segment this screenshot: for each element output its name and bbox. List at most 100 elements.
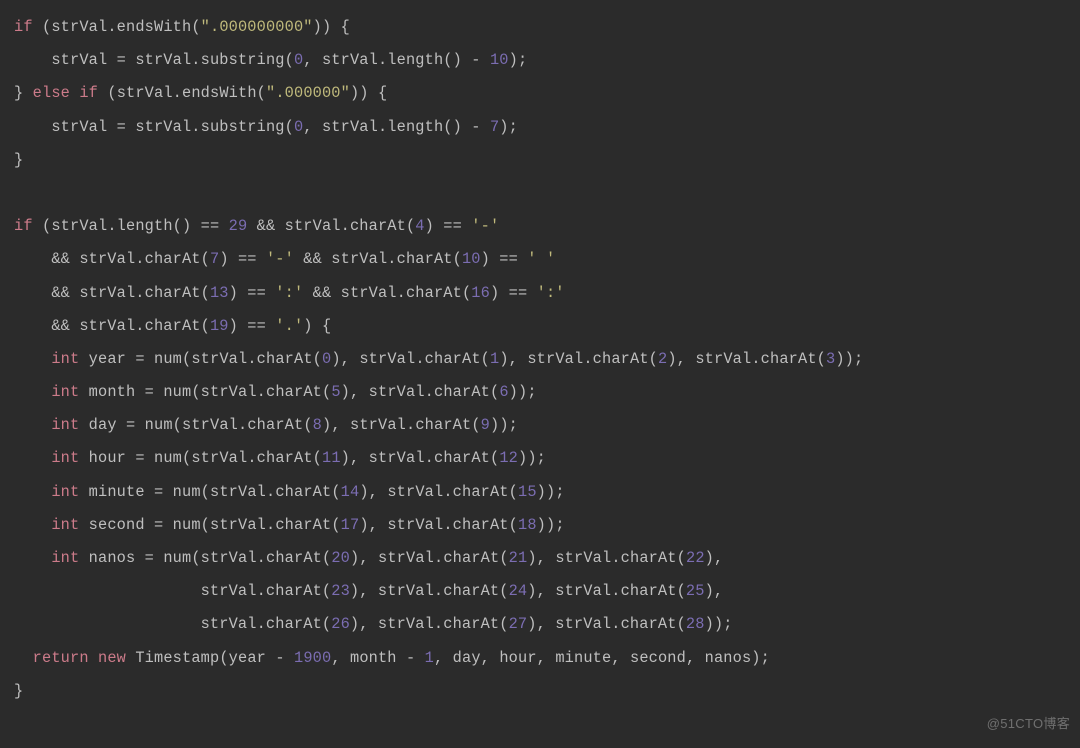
keyword-new: new [98,649,126,667]
keyword-return: return [33,649,89,667]
ident-charAt: charAt [443,615,499,633]
number-literal: 18 [518,516,537,534]
ident-minute: minute [89,483,145,501]
ident-charAt: charAt [434,449,490,467]
ident-charAt: charAt [266,383,322,401]
ident-strVal: strVal [285,217,341,235]
char-literal: ':' [537,284,565,302]
ident-charAt: charAt [275,516,331,534]
ident-charAt: charAt [247,416,303,434]
number-literal: 11 [322,449,341,467]
ident-strVal: strVal [51,217,107,235]
ident-strVal: strVal [210,516,266,534]
number-literal: 29 [229,217,248,235]
ident-strVal: strVal [322,51,378,69]
ident-strVal: strVal [201,549,257,567]
ident-strVal: strVal [369,383,425,401]
ident-year: year [229,649,266,667]
ident-charAt: charAt [406,284,462,302]
ident-strVal: strVal [201,615,257,633]
ident-charAt: charAt [257,449,313,467]
ident-length: length [387,51,443,69]
ident-num: num [163,383,191,401]
ident-strVal: strVal [527,350,583,368]
number-literal: 13 [210,284,229,302]
ident-strVal: strVal [378,582,434,600]
ident-strVal: strVal [322,118,378,136]
ident-strVal: strVal [51,118,107,136]
ident-num: num [163,549,191,567]
ident-minute: minute [555,649,611,667]
ident-strVal: strVal [79,250,135,268]
code-block: if (strVal.endsWith(".000000000")) { str… [0,0,1080,724]
ident-strVal: strVal [331,250,387,268]
string-literal: ".000000000" [201,18,313,36]
ident-strVal: strVal [378,549,434,567]
ident-strVal: strVal [555,549,611,567]
ident-strVal: strVal [117,84,173,102]
number-literal: 2 [658,350,667,368]
number-literal: 27 [509,615,528,633]
number-literal: 15 [518,483,537,501]
number-literal: 12 [499,449,518,467]
ident-strVal: strVal [51,18,107,36]
ident-strVal: strVal [135,51,191,69]
ident-Timestamp: Timestamp [135,649,219,667]
ident-charAt: charAt [266,615,322,633]
ident-substring: substring [201,51,285,69]
ident-strVal: strVal [79,284,135,302]
ident-charAt: charAt [145,317,201,335]
keyword-int: int [51,416,79,434]
keyword-int: int [51,350,79,368]
number-literal: 0 [322,350,331,368]
ident-num: num [145,416,173,434]
ident-strVal: strVal [51,51,107,69]
ident-strVal: strVal [210,483,266,501]
number-literal: 9 [481,416,490,434]
ident-strVal: strVal [555,615,611,633]
keyword-int: int [51,516,79,534]
ident-month: month [350,649,397,667]
number-literal: 22 [686,549,705,567]
keyword-int: int [51,483,79,501]
ident-strVal: strVal [350,416,406,434]
ident-charAt: charAt [145,250,201,268]
ident-strVal: strVal [79,317,135,335]
ident-strVal: strVal [387,516,443,534]
number-literal: 17 [341,516,360,534]
keyword-int: int [51,383,79,401]
keyword-else: else [33,84,70,102]
ident-num: num [154,350,182,368]
keyword-int: int [51,549,79,567]
ident-day: day [453,649,481,667]
ident-second: second [630,649,686,667]
watermark-text: @51CTO博客 [987,710,1070,738]
number-literal: 25 [686,582,705,600]
ident-strVal: strVal [341,284,397,302]
ident-charAt: charAt [453,483,509,501]
ident-length: length [117,217,173,235]
ident-strVal: strVal [369,449,425,467]
keyword-int: int [51,449,79,467]
char-literal: '-' [266,250,294,268]
number-literal: 28 [686,615,705,633]
number-literal: 10 [462,250,481,268]
ident-length: length [387,118,443,136]
ident-charAt: charAt [397,250,453,268]
number-literal: 16 [471,284,490,302]
ident-strVal: strVal [555,582,611,600]
number-literal: 24 [509,582,528,600]
number-literal: 26 [331,615,350,633]
ident-strVal: strVal [191,449,247,467]
ident-second: second [89,516,145,534]
number-literal: 7 [210,250,219,268]
ident-charAt: charAt [621,549,677,567]
ident-charAt: charAt [266,549,322,567]
ident-hour: hour [499,649,536,667]
ident-num: num [173,483,201,501]
number-literal: 21 [509,549,528,567]
number-literal: 14 [341,483,360,501]
ident-charAt: charAt [145,284,201,302]
number-literal: 1 [425,649,434,667]
number-literal: 5 [331,383,340,401]
